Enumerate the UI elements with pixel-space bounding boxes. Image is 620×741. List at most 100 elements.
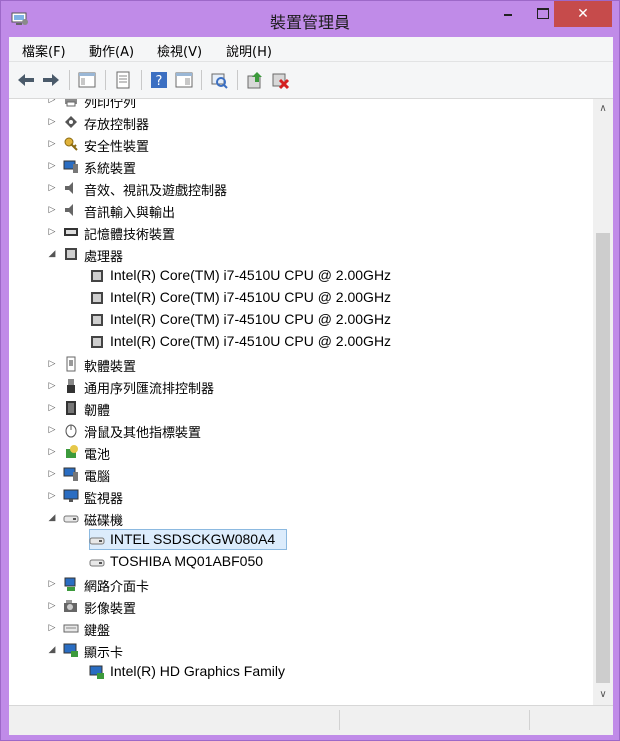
device-label: Intel(R) HD Graphics Family xyxy=(110,663,286,679)
expand-chevron-icon[interactable]: ▷ xyxy=(47,424,57,436)
close-icon: ✕ xyxy=(577,6,589,22)
toolbar-separator xyxy=(201,70,202,90)
collapse-chevron-icon[interactable]: ◢ xyxy=(47,644,57,656)
toolbar-separator xyxy=(69,70,70,90)
expand-chevron-icon[interactable]: ▷ xyxy=(47,490,57,502)
expand-chevron-icon[interactable]: ▷ xyxy=(47,578,57,590)
tree-category-row[interactable]: ▷ 電池 xyxy=(9,441,593,463)
scroll-up-button[interactable]: ∧ xyxy=(593,99,613,119)
keyboard-icon xyxy=(63,624,79,633)
help-icon[interactable]: ? xyxy=(149,70,169,90)
status-pane-divider xyxy=(339,710,340,730)
tree-category-row[interactable]: ▷ 影像裝置 xyxy=(9,595,593,617)
category-label: 鍵盤 xyxy=(84,624,111,639)
scan-hardware-icon[interactable] xyxy=(209,70,229,90)
expand-chevron-icon[interactable]: ▷ xyxy=(47,204,57,216)
uninstall-icon[interactable] xyxy=(270,70,290,90)
menu-bar: 檔案(F) 動作(A) 檢視(V) 說明(H) xyxy=(9,37,613,62)
tree-category-row[interactable]: ▷ 音效、視訊及遊戲控制器 xyxy=(9,177,593,199)
window-title: 裝置管理員 xyxy=(269,13,350,32)
update-driver-icon[interactable] xyxy=(245,70,265,90)
category-label: 列印佇列 xyxy=(84,99,137,111)
expand-chevron-icon[interactable]: ▷ xyxy=(47,182,57,194)
tree-device-row[interactable]: INTEL SSDSCKGW080A4 xyxy=(9,529,593,551)
disk-drive-icon xyxy=(89,537,105,545)
tree-device-row[interactable]: Intel(R) Core(TM) i7-4510U CPU @ 2.00GHz xyxy=(9,287,593,309)
category-label: 音訊輸入與輸出 xyxy=(84,206,176,221)
view-icon[interactable] xyxy=(174,70,194,90)
expand-chevron-icon[interactable]: ▷ xyxy=(47,468,57,480)
expand-chevron-icon[interactable]: ▷ xyxy=(47,99,57,106)
tree-category-row[interactable]: ▷ 韌體 xyxy=(9,397,593,419)
category-label: 顯示卡 xyxy=(84,646,124,661)
menu-action[interactable]: 動作(A) xyxy=(89,41,134,60)
tree-device-row[interactable]: Intel(R) Core(TM) i7-4510U CPU @ 2.00GHz xyxy=(9,265,593,287)
tree-category-row[interactable]: ▷ 滑鼠及其他指標裝置 xyxy=(9,419,593,441)
vertical-scrollbar[interactable]: ∧ ∨ xyxy=(593,99,613,705)
tree-category-row[interactable]: ▷ 通用序列匯流排控制器 xyxy=(9,375,593,397)
properties-icon[interactable] xyxy=(113,70,133,90)
svg-text:?: ? xyxy=(156,74,163,89)
tree-category-row[interactable]: ◢ 磁碟機 xyxy=(9,507,593,529)
tree-device-row[interactable]: TOSHIBA MQ01ABF050 xyxy=(9,551,593,573)
menu-file[interactable]: 檔案(F) xyxy=(22,41,66,60)
tree-category-row[interactable]: ▷ 音訊輸入與輸出 xyxy=(9,199,593,221)
tree-category-row[interactable]: ▷ 存放控制器 xyxy=(9,111,593,133)
system-device-icon xyxy=(63,160,78,173)
scroll-thumb[interactable] xyxy=(596,233,610,683)
category-label: 影像裝置 xyxy=(84,602,137,617)
category-label: 處理器 xyxy=(84,250,124,265)
firmware-icon xyxy=(66,401,76,415)
expand-chevron-icon[interactable]: ▷ xyxy=(47,138,57,150)
tree-category-row[interactable]: ◢ 顯示卡 xyxy=(9,639,593,661)
collapse-chevron-icon[interactable]: ◢ xyxy=(47,512,57,524)
expand-chevron-icon[interactable]: ▷ xyxy=(47,160,57,172)
tree-category-row[interactable]: ▷ 軟體裝置 xyxy=(9,353,593,375)
category-label: 網路介面卡 xyxy=(84,580,150,595)
processor-icon xyxy=(65,248,77,260)
expand-chevron-icon[interactable]: ▷ xyxy=(47,380,57,392)
minimize-icon xyxy=(504,14,512,16)
expand-chevron-icon[interactable]: ▷ xyxy=(47,600,57,612)
expand-chevron-icon[interactable]: ▷ xyxy=(47,446,57,458)
back-arrow-icon[interactable] xyxy=(16,70,36,90)
imaging-device-icon xyxy=(64,600,77,612)
tree-category-row[interactable]: ▷ 鍵盤 xyxy=(9,617,593,639)
tree-category-row[interactable]: ▷ 記憶體技術裝置 xyxy=(9,221,593,243)
category-label: 電腦 xyxy=(84,470,111,485)
tree-category-row[interactable]: ▷ 系統裝置 xyxy=(9,155,593,177)
tree-device-row[interactable]: Intel(R) Core(TM) i7-4510U CPU @ 2.00GHz xyxy=(9,331,593,353)
category-label: 記憶體技術裝置 xyxy=(84,228,176,243)
category-label: 監視器 xyxy=(84,492,124,507)
close-button[interactable]: ✕ xyxy=(554,1,612,27)
tree-device-row[interactable]: Intel(R) Core(TM) i7-4510U CPU @ 2.00GHz xyxy=(9,309,593,331)
device-label: Intel(R) Core(TM) i7-4510U CPU @ 2.00GHz xyxy=(110,289,392,305)
tree-category-row[interactable]: ◢ 處理器 xyxy=(9,243,593,265)
scroll-down-button[interactable]: ∨ xyxy=(593,685,613,705)
expand-chevron-icon[interactable]: ▷ xyxy=(47,402,57,414)
device-label: Intel(R) Core(TM) i7-4510U CPU @ 2.00GHz xyxy=(110,267,392,283)
expand-chevron-icon[interactable]: ▷ xyxy=(47,226,57,238)
expand-chevron-icon[interactable]: ▷ xyxy=(47,116,57,128)
tree-category-row[interactable]: ▷ 電腦 xyxy=(9,463,593,485)
tree-device-row[interactable]: Intel(R) HD Graphics Family xyxy=(9,661,593,683)
minimize-button[interactable] xyxy=(493,1,523,27)
menu-help[interactable]: 說明(H) xyxy=(226,41,272,60)
tree-category-row[interactable]: ▷ 列印佇列 xyxy=(9,99,593,111)
menu-view[interactable]: 檢視(V) xyxy=(157,41,202,60)
tree-category-row[interactable]: ▷ 監視器 xyxy=(9,485,593,507)
device-tree[interactable]: ▷ 列印佇列 ▷ 存放控制器 ▷ 安全性裝置 ▷ 系統裝置 ▷ 音效、視訊及遊戲控制器 ▷ 音訊輸入與… xyxy=(9,99,593,705)
title-bar[interactable]: 裝置管理員 ✕ xyxy=(1,1,619,37)
show-hide-console-tree-icon[interactable] xyxy=(77,70,97,90)
forward-arrow-icon[interactable] xyxy=(41,70,61,90)
processor-icon xyxy=(91,314,103,326)
expand-chevron-icon[interactable]: ▷ xyxy=(47,358,57,370)
tree-category-row[interactable]: ▷ 網路介面卡 xyxy=(9,573,593,595)
collapse-chevron-icon[interactable]: ◢ xyxy=(47,248,57,260)
display-adapter-icon xyxy=(63,643,78,657)
processor-icon xyxy=(91,292,103,304)
tree-category-row[interactable]: ▷ 安全性裝置 xyxy=(9,133,593,155)
speaker-icon xyxy=(65,204,73,216)
client-area: 檔案(F) 動作(A) 檢視(V) 說明(H) ? ▷ 列印佇列 ▷ 存放控制器… xyxy=(9,37,613,735)
expand-chevron-icon[interactable]: ▷ xyxy=(47,622,57,634)
